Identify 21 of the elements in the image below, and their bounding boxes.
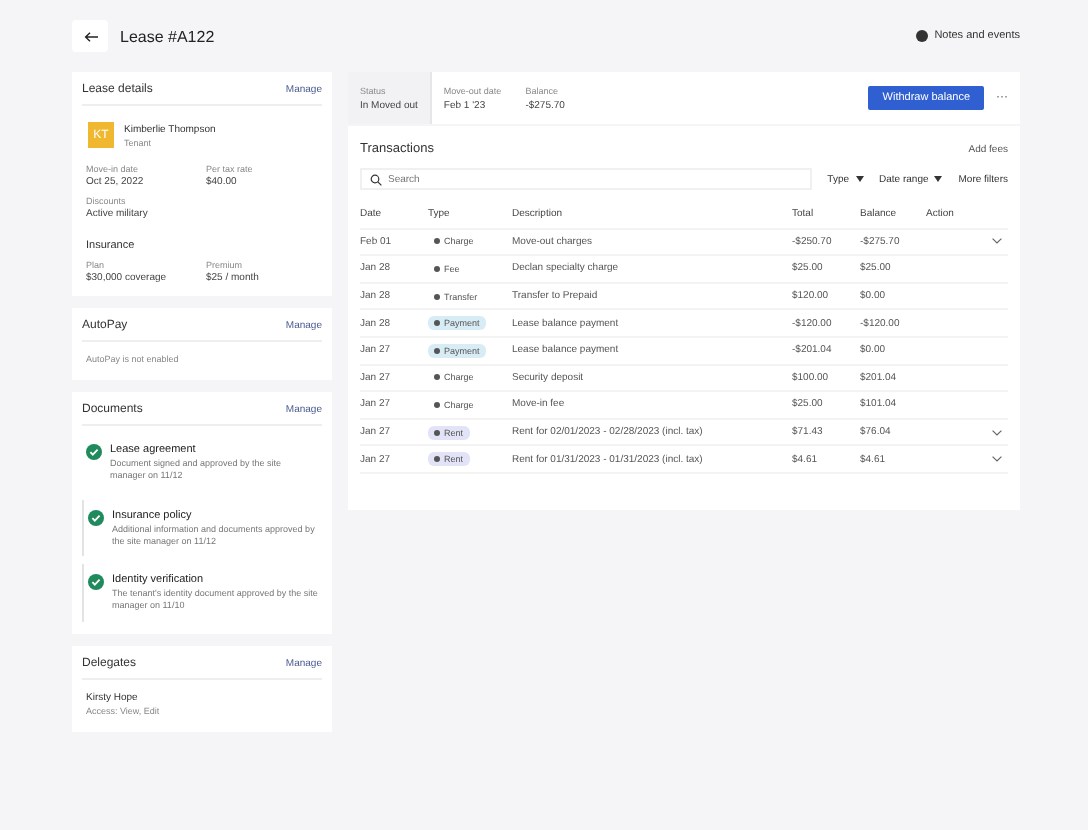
status-dot-icon (434, 238, 440, 245)
caret-icon (855, 176, 864, 182)
status-dot-icon (434, 456, 440, 463)
page-title: Lease #A122 (120, 27, 217, 45)
check-circle-icon (88, 574, 104, 591)
chevron-down-icon[interactable] (992, 429, 1002, 436)
back-arrow-icon (83, 31, 97, 41)
status-dot-icon (434, 429, 440, 436)
check-circle-icon (88, 509, 104, 526)
check-circle-icon (86, 444, 102, 460)
chevron-down-icon[interactable] (992, 238, 1002, 245)
status-dot-icon (434, 374, 440, 381)
status-dot-icon (434, 347, 440, 354)
search-icon (370, 173, 382, 185)
chevron-down-icon[interactable] (992, 456, 1002, 463)
status-dot-icon (434, 293, 440, 300)
status-dot-icon (434, 401, 440, 408)
status-dot-icon (434, 320, 440, 327)
back-button[interactable] (72, 20, 108, 52)
status-dot-icon (434, 265, 440, 272)
caret-icon (934, 176, 943, 182)
